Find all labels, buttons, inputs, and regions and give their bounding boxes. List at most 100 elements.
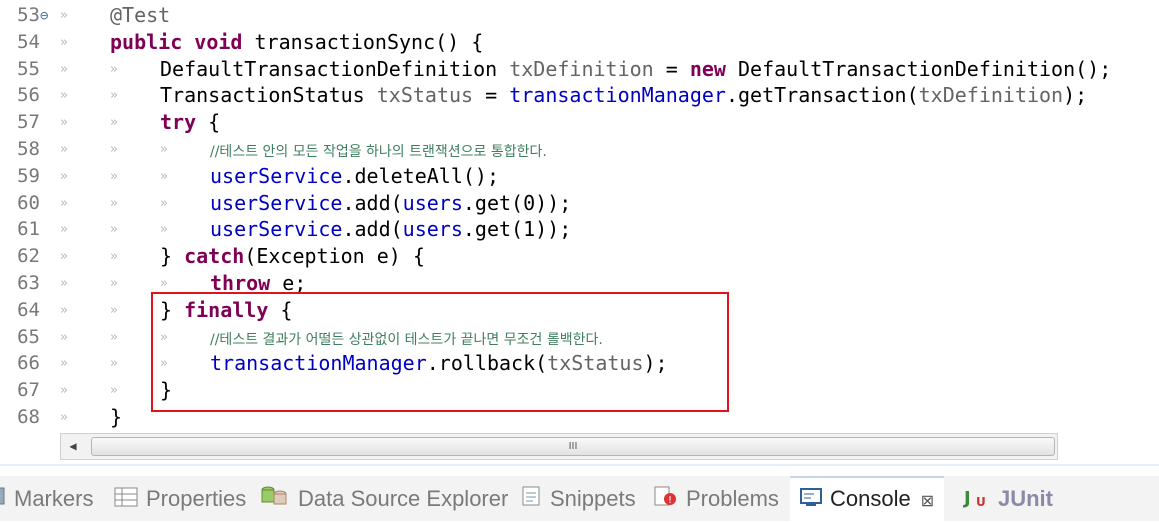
tab-label: Markers	[14, 486, 94, 511]
code-token: txStatus	[376, 83, 474, 108]
code-text: @Test	[110, 2, 170, 29]
tab-marker: »	[110, 142, 118, 157]
code-editor[interactable]: 53 ⊖ » @Test 54 » public void transactionSync(…	[0, 0, 1159, 430]
horizontal-scrollbar[interactable]: ◀ III	[60, 433, 1058, 460]
line-number: 68	[17, 406, 40, 428]
fold-collapse-icon[interactable]: ⊖	[40, 3, 48, 30]
markers-icon	[0, 478, 6, 523]
problems-icon: !	[652, 478, 678, 523]
tab-marker: »	[110, 168, 118, 184]
code-token: );	[1063, 83, 1088, 108]
indent-markers: »»	[60, 109, 160, 136]
tab-marker: »	[60, 383, 68, 399]
code-token: .add(	[342, 217, 403, 242]
code-token: DefaultTransactionDefinition	[160, 56, 510, 81]
console-icon	[800, 480, 822, 521]
tab-marker: »	[160, 168, 168, 184]
line-number: 66	[17, 352, 40, 375]
line-number: 53	[17, 4, 40, 26]
tab-marker: »	[110, 88, 118, 104]
code-token: .get(1));	[462, 217, 572, 242]
code-token: .getTransaction(	[725, 83, 919, 108]
code-token: userService	[210, 190, 343, 215]
code-text: } catch(Exception e) {	[160, 243, 425, 270]
tab-marker: »	[110, 195, 118, 211]
code-token: (Exception e) {	[244, 244, 425, 269]
code-text: TransactionStatus txStatus = transaction…	[160, 82, 1087, 109]
tab-marker: »	[110, 115, 118, 131]
tab-label: Data Source Explorer	[298, 486, 509, 511]
tab-marker: »	[160, 142, 168, 157]
line-number: 65	[17, 325, 40, 348]
svg-text:U: U	[976, 495, 986, 508]
tab-marker: »	[110, 222, 118, 238]
line-number: 57	[17, 111, 40, 134]
scroll-left-arrow-icon[interactable]: ◀	[61, 434, 85, 459]
code-token: users	[402, 190, 463, 215]
tab-console[interactable]: Console ⊠	[790, 476, 945, 521]
indent-markers: »	[60, 404, 110, 430]
svg-text:!: !	[668, 495, 672, 506]
finally-highlight-box	[151, 292, 729, 412]
tab-marker: »	[60, 142, 68, 157]
tab-properties[interactable]: Properties	[114, 476, 246, 521]
code-text: userService.deleteAll();	[210, 163, 499, 190]
indent-markers: » » »	[60, 190, 210, 217]
tab-snippets[interactable]: Snippets	[520, 476, 636, 521]
code-token: transactionSync() {	[242, 29, 484, 54]
code-token: =	[653, 56, 690, 81]
indent-markers: » » »	[60, 163, 210, 190]
code-token: }	[110, 405, 123, 429]
indent-markers: »»	[60, 377, 160, 404]
code-token: DefaultTransactionDefinition();	[725, 56, 1112, 81]
tab-marker: »	[60, 329, 68, 345]
scroll-thumb[interactable]: III	[91, 437, 1055, 456]
code-token: transactionManager	[509, 83, 726, 108]
code-text: try {	[160, 109, 220, 136]
code-token: catch	[184, 244, 245, 269]
tab-marker: »	[60, 302, 68, 318]
line-number: 60	[17, 191, 40, 214]
line-number: 61	[17, 218, 40, 241]
tab-label: JUnit	[998, 486, 1053, 511]
tab-problems[interactable]: ! Problems	[652, 476, 779, 521]
indent-markers: »	[60, 2, 110, 29]
tab-label: Problems	[686, 486, 779, 511]
code-token: public	[110, 29, 183, 54]
line-number: 55	[17, 57, 40, 80]
tab-label: Snippets	[550, 486, 636, 511]
line-number: 54	[17, 30, 40, 53]
close-icon[interactable]: ⊠	[921, 493, 934, 510]
code-token: new	[689, 56, 726, 81]
code-token: void	[194, 29, 243, 54]
tab-junit[interactable]: JU JUnit	[962, 476, 1053, 521]
tab-data-source-explorer[interactable]: Data Source Explorer	[260, 476, 508, 521]
tab-marker: »	[110, 249, 118, 265]
code-text: userService.add(users.get(0));	[210, 190, 571, 217]
code-text: DefaultTransactionDefinition txDefinitio…	[160, 56, 1111, 83]
tab-marker: »	[60, 115, 68, 131]
tab-marker: »	[60, 276, 68, 291]
code-token: .add(	[342, 190, 403, 215]
line-number: 58	[17, 138, 40, 160]
snippets-icon	[520, 478, 542, 523]
tab-marker: »	[60, 222, 68, 238]
tab-marker: »	[60, 410, 68, 425]
code-token: {	[196, 110, 221, 135]
code-token: txDefinition	[918, 83, 1064, 108]
data-source-icon	[260, 478, 290, 523]
tab-marker: »	[60, 168, 68, 184]
tab-markers[interactable]: Markers	[0, 476, 93, 521]
indent-markers: » » »	[60, 216, 210, 243]
bottom-panel-tabs: Markers Properties Data Source Explorer …	[0, 476, 1159, 521]
code-token: users	[402, 217, 463, 242]
tab-marker: »	[60, 356, 68, 372]
properties-icon	[114, 478, 138, 523]
code-token: userService	[210, 217, 343, 242]
line-number: 67	[17, 379, 40, 402]
tab-marker: »	[160, 222, 168, 238]
line-number: 63	[17, 272, 40, 294]
code-token: @Test	[110, 3, 171, 27]
tab-label: Console	[830, 486, 911, 511]
